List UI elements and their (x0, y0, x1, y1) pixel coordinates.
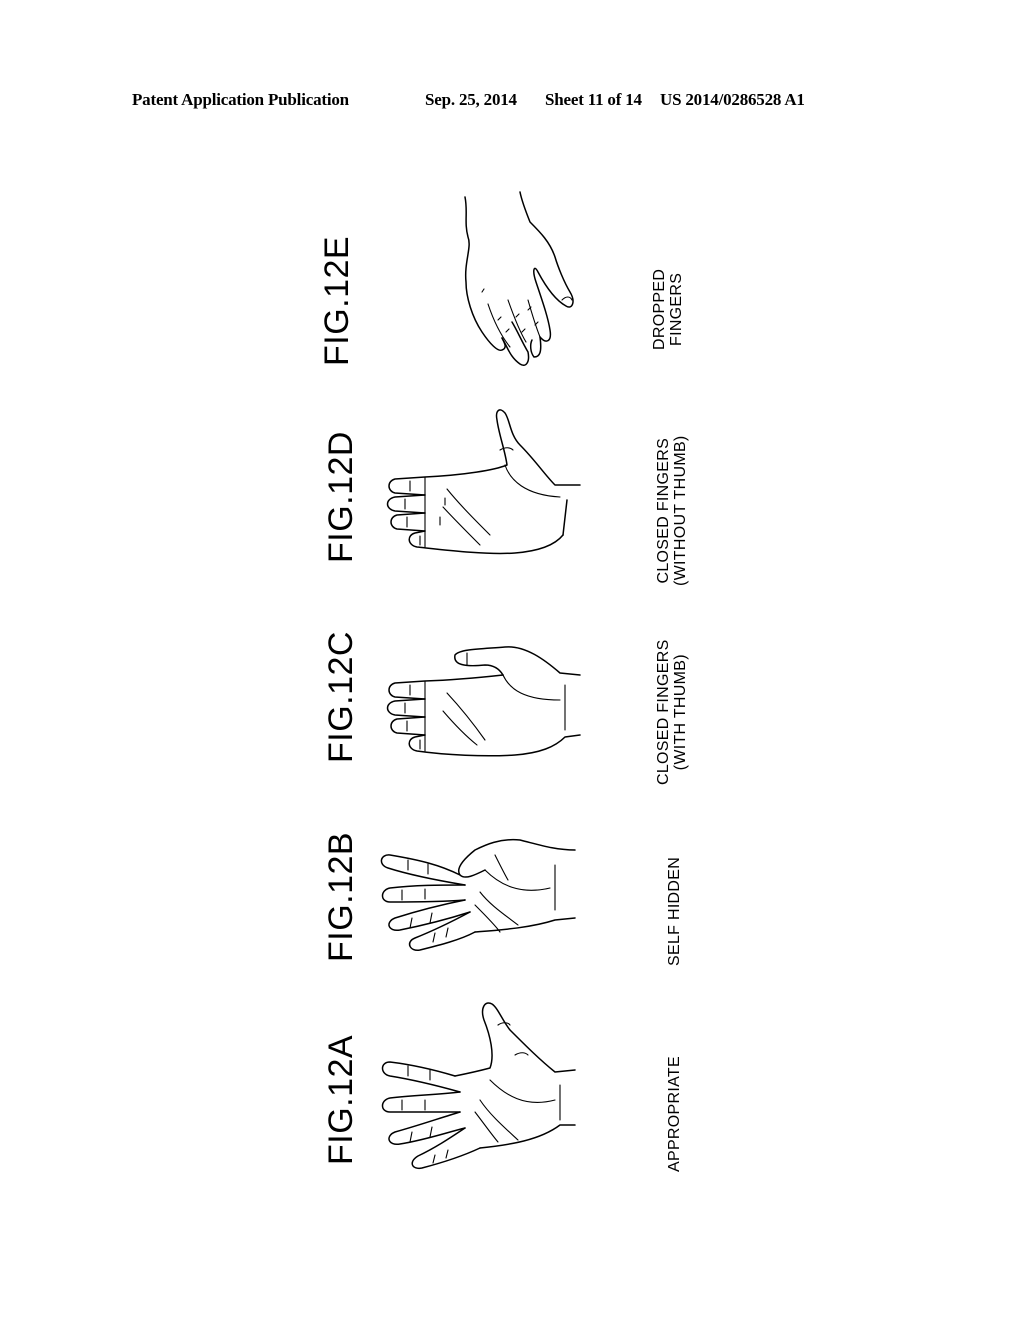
caption-line: CLOSED FINGERS (655, 437, 672, 584)
figure-label-12a: FIG.12A (322, 1034, 360, 1165)
caption-line: (WITHOUT THUMB) (672, 435, 689, 586)
caption-line: DROPPED (651, 268, 668, 350)
figure-label-12c: FIG.12C (322, 631, 360, 763)
caption-line: FINGERS (668, 272, 685, 346)
publication-date: Sep. 25, 2014 (425, 90, 517, 109)
hand-drawing-closed-fingers-with-thumb (386, 646, 581, 757)
figure-caption-12c: CLOSED FINGERS (WITH THUMB) (655, 639, 689, 785)
figure-caption-12e: DROPPED FINGERS (651, 269, 685, 350)
caption-line: (WITH THUMB) (672, 654, 689, 771)
figure-caption-12d: CLOSED FINGERS (WITHOUT THUMB) (655, 435, 689, 586)
figure-label-12d: FIG.12D (322, 431, 360, 563)
figure-label-12b: FIG.12B (322, 831, 360, 962)
figure-label-12e: FIG.12E (318, 235, 356, 366)
hand-drawing-dropped-fingers (464, 191, 574, 366)
figure-caption-12b: SELF HIDDEN (666, 857, 683, 966)
hand-drawing-self-hidden (380, 838, 576, 951)
caption-line: CLOSED FINGERS (655, 639, 672, 785)
publication-type: Patent Application Publication (132, 90, 349, 109)
caption-line: SELF HIDDEN (666, 856, 683, 966)
hand-drawing-closed-fingers-without-thumb (386, 409, 581, 555)
figure-caption-12a: APPROPRIATE (666, 1056, 683, 1172)
patent-number: US 2014/0286528 A1 (660, 90, 805, 109)
caption-line: APPROPRIATE (666, 1056, 683, 1172)
sheet-number: Sheet 11 of 14 (545, 90, 642, 109)
hand-drawing-appropriate (381, 1002, 576, 1170)
